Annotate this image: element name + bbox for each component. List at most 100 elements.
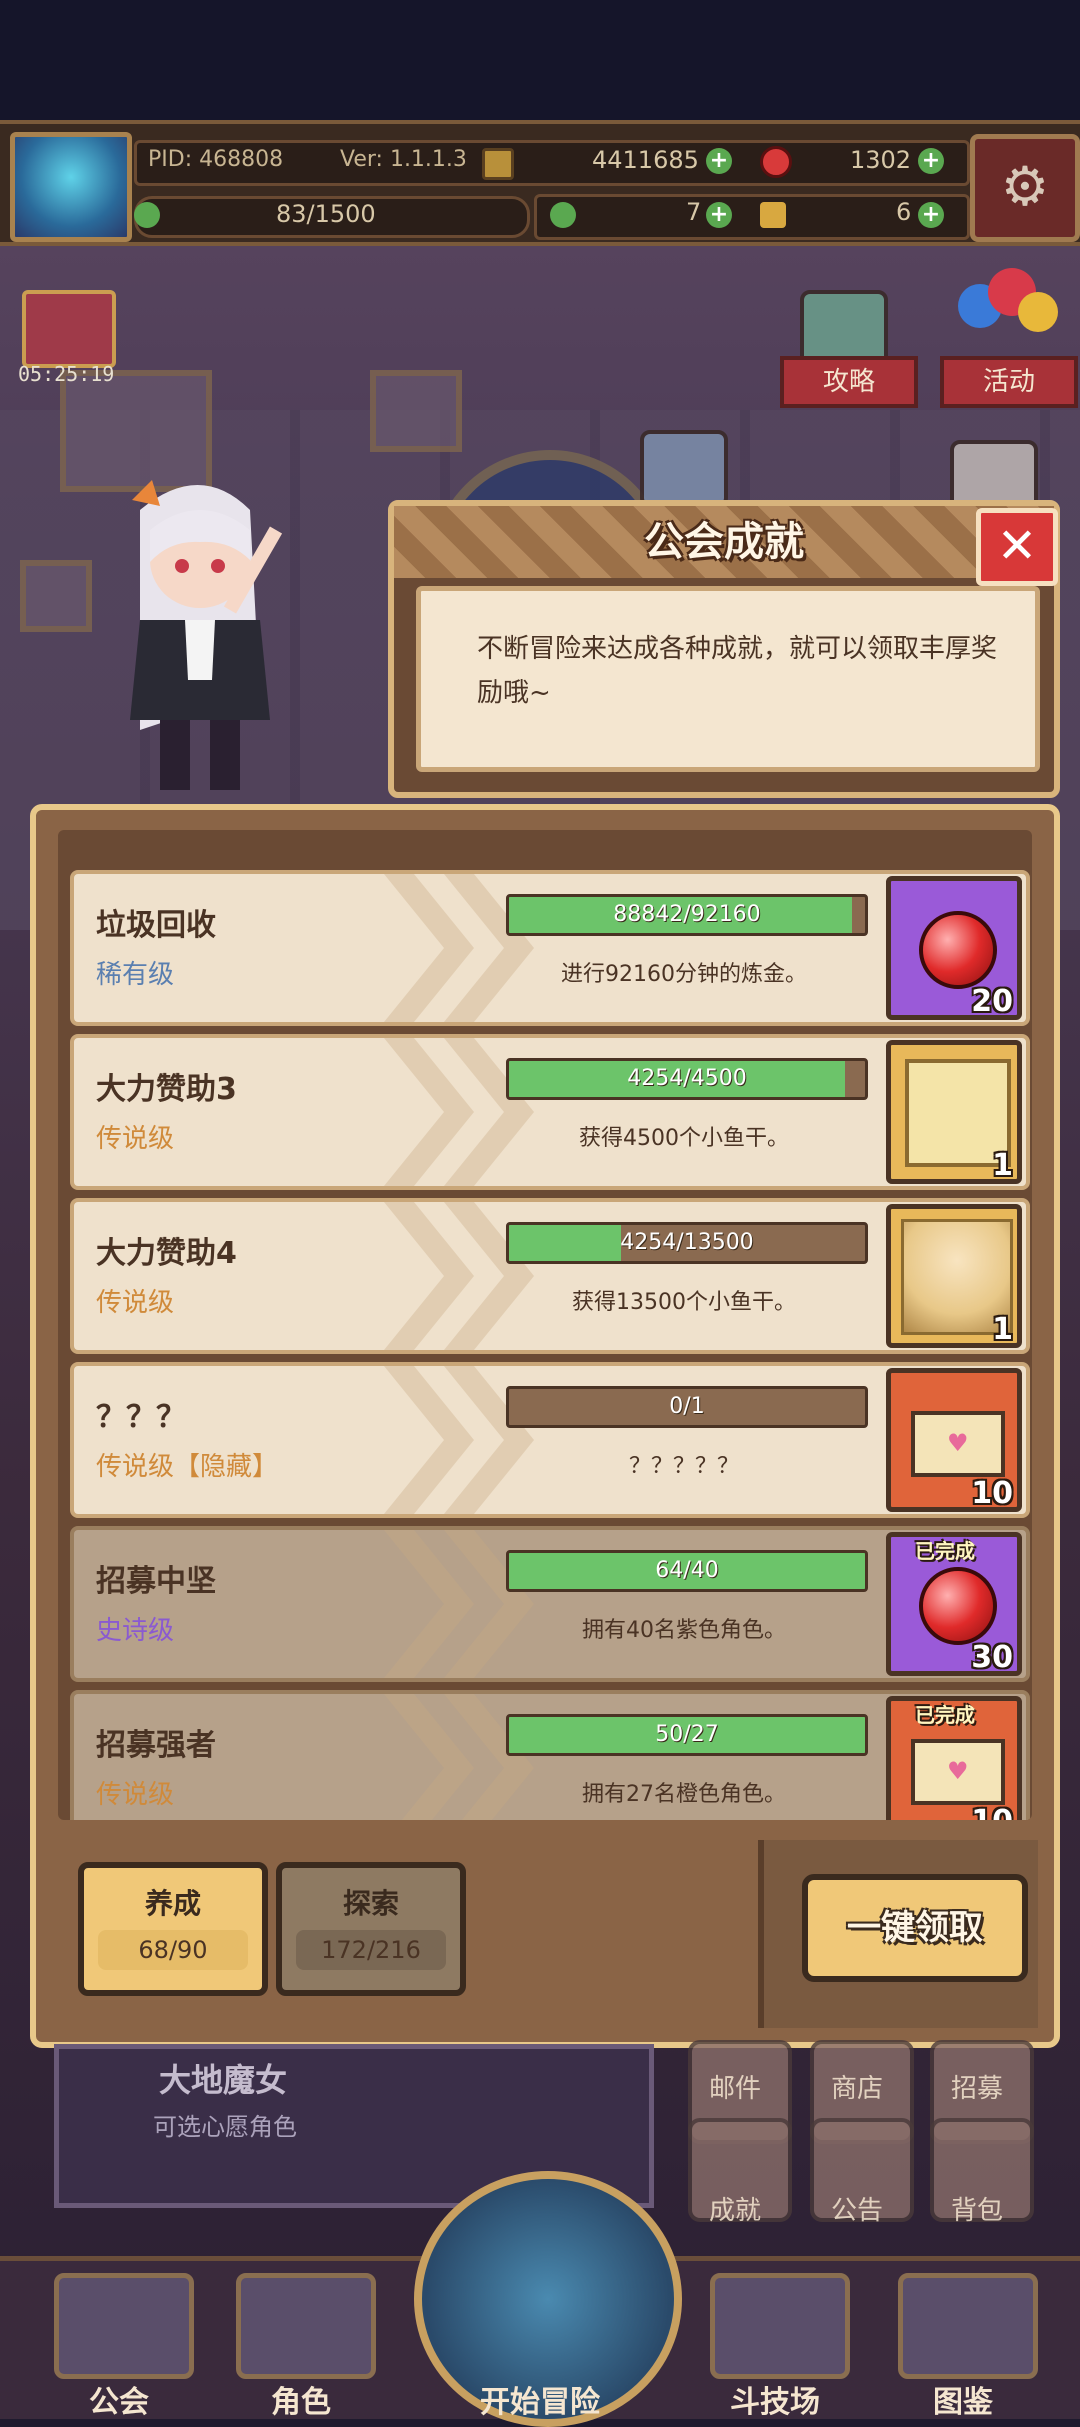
start-adventure-label[interactable]: 开始冒险	[414, 2377, 666, 2421]
progress-bar: 88842/92160	[506, 894, 868, 936]
tab-explore[interactable]: 探索 172/216	[276, 1862, 466, 1996]
progress-bar: 4254/13500	[506, 1222, 868, 1264]
gem-amount: 1302	[850, 146, 912, 174]
bottom-navigation: 公会 角色 开始冒险 斗技场 图鉴	[0, 2171, 1080, 2427]
tab-count: 172/216	[296, 1930, 446, 1970]
completed-tag: 已完成	[915, 1539, 975, 1563]
nav-character[interactable]: 角色	[226, 2261, 376, 2420]
settings-gear-icon[interactable]: ⚙	[970, 134, 1080, 242]
key-icon	[760, 202, 786, 228]
tab-label: 养成	[144, 1887, 201, 1920]
achievement-row[interactable]: ？？？ 传说级【隐藏】 0/1 ？？？？？ ♥ 10	[70, 1362, 1030, 1518]
achievement-rarity: 传说级	[96, 1780, 175, 1810]
codex-book-icon	[898, 2273, 1038, 2379]
achievement-description: 进行92160分钟的炼金。	[561, 962, 807, 987]
tab-cultivate[interactable]: 养成 68/90	[78, 1862, 268, 1996]
gift-box-icon[interactable]	[22, 290, 116, 368]
key-amount: 6	[896, 198, 912, 226]
reward-slot[interactable]: ♥ 10	[886, 1368, 1022, 1512]
guild-master-character	[130, 480, 283, 790]
game-version: Ver: 1.1.1.3	[340, 147, 467, 172]
achievement-list[interactable]: 垃圾回收 稀有级 88842/92160 进行92160分钟的炼金。 20 大力赞助3 传说…	[58, 830, 1032, 1820]
progress-text: 0/1	[669, 1394, 705, 1419]
balloons-icon[interactable]	[950, 266, 1060, 366]
status-area	[0, 0, 1080, 120]
clover-icon	[550, 202, 576, 228]
progress-text: 88842/92160	[613, 902, 761, 927]
event-button[interactable]: 活动	[940, 356, 1078, 408]
reward-quantity: 1	[992, 1312, 1013, 1347]
wall-painting	[370, 370, 462, 452]
claim-area: 一键领取	[758, 1840, 1038, 2028]
tab-label: 探索	[342, 1887, 399, 1920]
reward-slot[interactable]: 1	[886, 1204, 1022, 1348]
achievement-row[interactable]: 大力赞助4 传说级 4254/13500 获得13500个小鱼干。 1	[70, 1198, 1030, 1354]
menu-label-shop: 商店	[830, 2074, 883, 2104]
achievement-name: 大力赞助4	[96, 1236, 237, 1271]
envelope-icon: ♥	[911, 1411, 1005, 1477]
clover-level-icon	[134, 202, 160, 228]
progress-bar: 4254/4500	[506, 1058, 868, 1100]
guild-achievement-header: 公会成就 ✕ 不断冒险来达成各种成就，就可以领取丰厚奖励哦~	[388, 500, 1060, 798]
achievement-rarity: 传说级【隐藏】	[96, 1452, 279, 1482]
gold-amount: 4411685	[592, 146, 699, 174]
add-gold-icon[interactable]: +	[706, 148, 732, 174]
reward-slot[interactable]: 1	[886, 1040, 1022, 1184]
achievement-row[interactable]: 招募中坚史诗级 64/40 拥有40名紫色角色。 30 已完成	[70, 1526, 1030, 1682]
description-box: 不断冒险来达成各种成就，就可以领取丰厚奖励哦~	[416, 586, 1040, 772]
nav-label: 斗技场	[730, 2385, 820, 2420]
reward-slot[interactable]: ♥ 10 已完成	[886, 1696, 1022, 1820]
add-key-icon[interactable]: +	[918, 202, 944, 228]
achievement-row[interactable]: 招募强者传说级 50/27 拥有27名橙色角色。 ♥ 10 已完成	[70, 1690, 1030, 1820]
add-gem-icon[interactable]: +	[918, 148, 944, 174]
red-gem-icon	[919, 911, 997, 989]
progress-bar: 64/40	[506, 1550, 868, 1592]
achievement-rarity: 史诗级	[96, 1616, 175, 1646]
reward-quantity: 30	[971, 1640, 1013, 1675]
reward-quantity: 1	[992, 1148, 1013, 1183]
banner-title: 大地魔女	[159, 2061, 288, 2099]
guide-button[interactable]: 攻略	[780, 356, 918, 408]
menu-label-announcement: 公告	[830, 2196, 883, 2226]
panel-footer: 养成 68/90 探索 172/216 一键领取	[58, 1840, 1038, 2030]
progress-text: 4254/13500	[620, 1230, 754, 1255]
red-gem-icon	[919, 1567, 997, 1645]
completed-tag: 已完成	[915, 1703, 975, 1727]
claim-all-button[interactable]: 一键领取	[802, 1874, 1028, 1982]
player-avatar[interactable]	[10, 132, 132, 242]
progress-text: 4254/4500	[627, 1066, 747, 1091]
book-icon[interactable]	[640, 430, 728, 508]
nav-label: 角色	[271, 2385, 331, 2420]
guild-house-icon	[54, 2273, 194, 2379]
reward-quantity: 10	[971, 1476, 1013, 1511]
nav-label: 图鉴	[933, 2385, 993, 2420]
menu-label-recruit: 招募	[950, 2074, 1003, 2104]
nav-arena[interactable]: 斗技场	[700, 2261, 850, 2420]
crossed-swords-icon	[710, 2273, 850, 2379]
reward-slot[interactable]: 30 已完成	[886, 1532, 1022, 1676]
achievement-row[interactable]: 垃圾回收稀有级 88842/92160 进行92160分钟的炼金。 20	[70, 870, 1030, 1026]
progress-text: 50/27	[655, 1722, 719, 1747]
reward-slot[interactable]: 20	[886, 876, 1022, 1020]
reward-quantity: 10	[971, 1804, 1013, 1820]
achievement-description: 获得13500个小鱼干。	[572, 1290, 796, 1315]
add-clover-icon[interactable]: +	[706, 202, 732, 228]
achievement-description: 拥有40名紫色角色。	[582, 1618, 786, 1643]
achievement-rarity: 稀有级	[96, 960, 175, 990]
achievement-row[interactable]: 大力赞助3 传说级 4254/4500 获得4500个小鱼干。 1	[70, 1034, 1030, 1190]
reward-quantity: 20	[971, 984, 1013, 1019]
character-icon	[236, 2273, 376, 2379]
close-icon[interactable]: ✕	[976, 508, 1058, 586]
nav-codex[interactable]: 图鉴	[888, 2261, 1038, 2420]
achievement-name: 招募中坚	[96, 1564, 216, 1599]
nav-guild[interactable]: 公会	[44, 2261, 194, 2420]
envelope-icon: ♥	[911, 1739, 1005, 1805]
heart-icon: ♥	[947, 1429, 969, 1457]
achievement-list-panel: 垃圾回收 稀有级 88842/92160 进行92160分钟的炼金。 20 大力赞助3 传说…	[30, 804, 1060, 2048]
menu-label-backpack: 背包	[950, 2196, 1003, 2226]
ruby-icon	[760, 146, 792, 178]
achievement-name: 垃圾回收	[96, 908, 216, 943]
achievement-description: 获得4500个小鱼干。	[579, 1126, 789, 1151]
panel-description: 不断冒险来达成各种成就，就可以领取丰厚奖励哦~	[477, 634, 998, 708]
achievement-rarity: 传说级	[96, 1124, 175, 1154]
